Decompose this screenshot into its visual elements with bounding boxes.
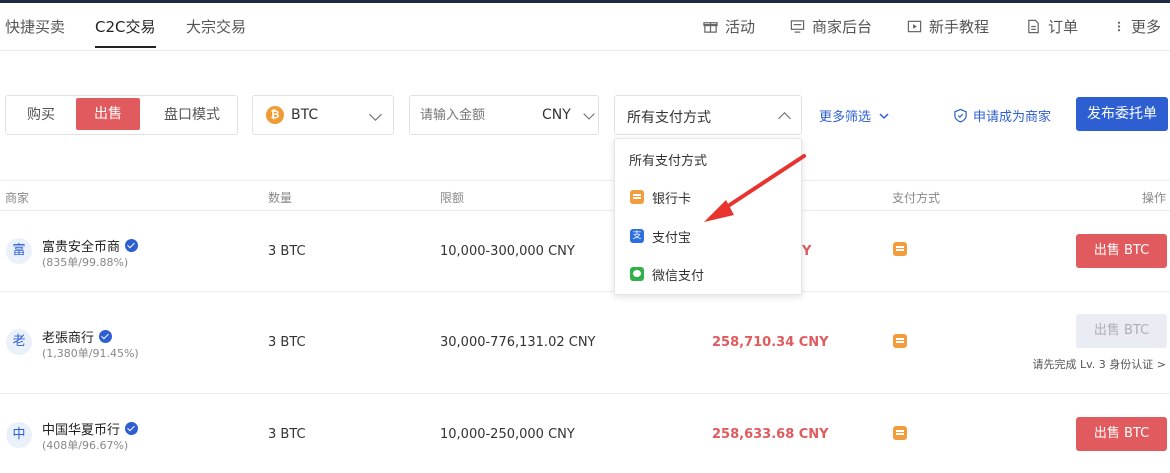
annotation-arrow: [704, 154, 806, 222]
